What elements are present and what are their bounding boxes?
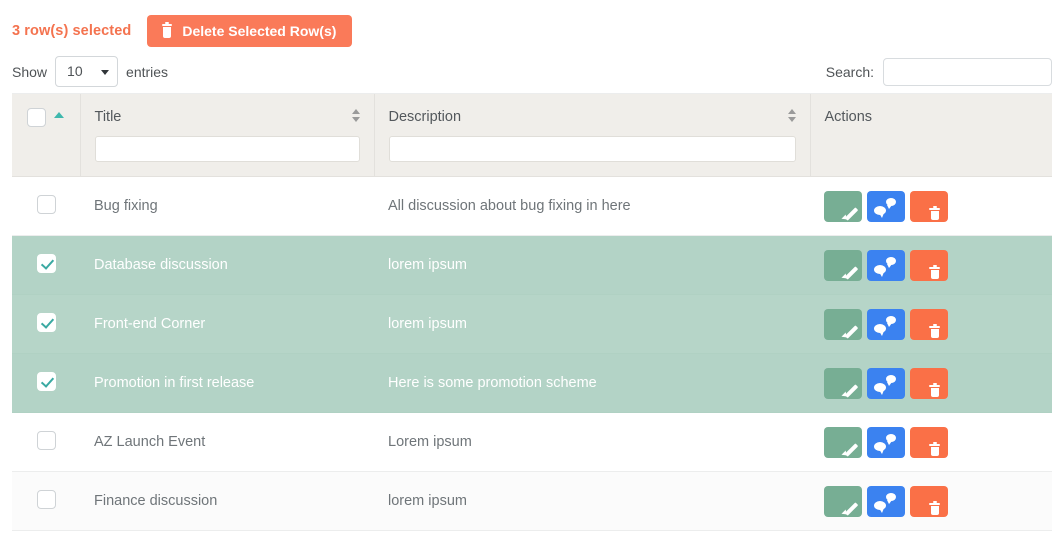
page-length-control: Show 102550100 entries	[12, 56, 169, 87]
row-select-cell[interactable]	[12, 412, 80, 472]
column-header-description-label: Description	[388, 109, 462, 125]
row-title-cell: Database discussion	[80, 235, 374, 295]
row-action-buttons	[824, 367, 1038, 399]
column-header-actions: Actions	[810, 94, 1052, 177]
delete-selected-rows-button[interactable]: Delete Selected Row(s)	[147, 14, 353, 47]
delete-row-button[interactable]	[910, 308, 948, 340]
row-actions-cell	[810, 412, 1052, 472]
column-header-description[interactable]: Description	[374, 94, 811, 177]
page-length-select[interactable]: 102550100	[55, 56, 119, 87]
row-description-cell: Here is some promotion scheme	[374, 353, 810, 413]
trash-icon	[161, 21, 173, 38]
row-title-cell: Bug fixing	[80, 176, 374, 236]
table-head: Title Description Actions	[12, 94, 1052, 177]
row-actions-cell	[810, 471, 1052, 531]
selected-rows-count: 3 row(s) selected	[12, 22, 132, 39]
row-select-cell[interactable]	[12, 176, 80, 236]
row-action-buttons	[824, 485, 1038, 517]
row-description-cell: lorem ipsum	[374, 294, 810, 354]
row-actions-cell	[810, 235, 1052, 295]
selection-toolbar: 3 row(s) selected Delete Selected Row(s)	[0, 0, 1064, 50]
edit-button[interactable]	[824, 190, 862, 222]
entries-label: entries	[126, 63, 169, 80]
row-select-checkbox[interactable]	[36, 489, 56, 509]
delete-row-button[interactable]	[910, 485, 948, 517]
search-label: Search:	[825, 63, 874, 80]
edit-button[interactable]	[824, 367, 862, 399]
row-title-cell: Finance discussion	[80, 471, 374, 531]
comment-button[interactable]	[867, 426, 905, 458]
edit-button[interactable]	[824, 249, 862, 281]
column-header-select[interactable]	[12, 94, 81, 177]
row-select-checkbox[interactable]	[36, 194, 56, 214]
delete-row-button[interactable]	[910, 426, 948, 458]
table-row[interactable]: Database discussion lorem ipsum	[12, 235, 1052, 295]
edit-button[interactable]	[824, 308, 862, 340]
row-title-cell: AZ Launch Event	[80, 412, 374, 472]
table-body: Bug fixing All discussion about bug fixin…	[12, 176, 1052, 531]
row-action-buttons	[824, 426, 1038, 458]
row-select-cell[interactable]	[12, 471, 80, 531]
actions-column-filter-spacer	[811, 136, 1053, 150]
row-description-cell: lorem ipsum	[374, 235, 810, 295]
row-select-cell[interactable]	[12, 294, 80, 354]
row-action-buttons	[824, 249, 1038, 281]
table-controls: Show 102550100 entries Search:	[0, 50, 1064, 93]
comment-button[interactable]	[867, 485, 905, 517]
row-action-buttons	[824, 190, 1038, 222]
row-actions-cell	[810, 353, 1052, 413]
delete-row-button[interactable]	[910, 190, 948, 222]
row-title-cell: Promotion in first release	[80, 353, 374, 413]
row-select-cell[interactable]	[12, 235, 80, 295]
column-header-actions-label: Actions	[824, 109, 873, 125]
comment-button[interactable]	[867, 249, 905, 281]
page-length-select-wrap: 102550100	[55, 56, 119, 87]
data-table-wrapper: Title Description Actions Bug fixing All…	[12, 93, 1052, 531]
comment-button[interactable]	[867, 190, 905, 222]
delete-selected-rows-label: Delete Selected Row(s)	[182, 22, 337, 39]
delete-row-button[interactable]	[910, 367, 948, 399]
table-row[interactable]: Bug fixing All discussion about bug fixin…	[12, 176, 1052, 236]
table-row[interactable]: Promotion in first release Here is some p…	[12, 353, 1052, 413]
table-row[interactable]: Front-end Corner lorem ipsum	[12, 294, 1052, 354]
sort-both-icon[interactable]	[787, 109, 797, 123]
comment-button[interactable]	[867, 308, 905, 340]
row-select-checkbox[interactable]	[36, 253, 56, 273]
table-row[interactable]: AZ Launch Event Lorem ipsum	[12, 412, 1052, 472]
comment-button[interactable]	[867, 367, 905, 399]
table-header-row: Title Description Actions	[12, 94, 1052, 177]
row-select-cell[interactable]	[12, 353, 80, 413]
sort-asc-icon	[54, 112, 65, 118]
select-column-filter-spacer	[12, 136, 80, 150]
delete-row-button[interactable]	[910, 249, 948, 281]
edit-button[interactable]	[824, 485, 862, 517]
row-select-checkbox[interactable]	[36, 430, 56, 450]
description-filter-input[interactable]	[388, 136, 796, 162]
table-row[interactable]: Finance discussion lorem ipsum	[12, 471, 1052, 531]
datatable-page: 3 row(s) selected Delete Selected Row(s)…	[0, 0, 1064, 535]
search-control: Search:	[825, 57, 1052, 86]
column-header-title[interactable]: Title	[80, 94, 375, 177]
data-table: Title Description Actions Bug fixing All…	[12, 94, 1052, 531]
row-select-checkbox[interactable]	[36, 371, 56, 391]
row-actions-cell	[810, 176, 1052, 236]
row-description-cell: lorem ipsum	[374, 471, 810, 531]
title-filter-input[interactable]	[94, 136, 360, 162]
row-action-buttons	[824, 308, 1038, 340]
search-input[interactable]	[883, 57, 1052, 86]
select-all-checkbox[interactable]	[27, 108, 47, 127]
sort-both-icon[interactable]	[351, 109, 361, 123]
row-select-checkbox[interactable]	[36, 312, 56, 332]
row-description-cell: Lorem ipsum	[374, 412, 810, 472]
row-description-cell: All discussion about bug fixing in here	[374, 176, 810, 236]
row-title-cell: Front-end Corner	[80, 294, 374, 354]
show-label: Show	[12, 63, 48, 80]
edit-button[interactable]	[824, 426, 862, 458]
row-actions-cell	[810, 294, 1052, 354]
column-header-title-label: Title	[94, 109, 122, 125]
